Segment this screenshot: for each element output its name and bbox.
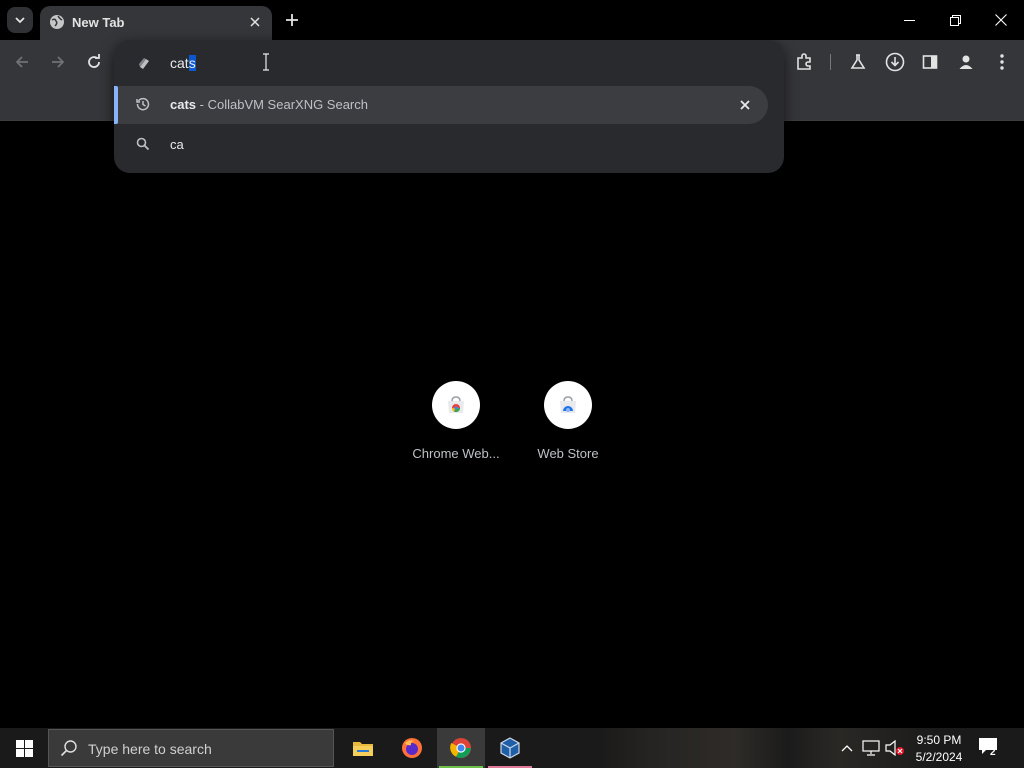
toolbar-separator bbox=[830, 54, 831, 70]
back-button[interactable] bbox=[10, 50, 34, 74]
show-hidden-icons-button[interactable] bbox=[837, 738, 857, 758]
tab-search-icon bbox=[14, 14, 26, 26]
file-explorer-icon bbox=[352, 739, 374, 757]
minimize-icon bbox=[903, 15, 915, 26]
side-panel-button[interactable] bbox=[918, 50, 942, 74]
forward-button[interactable] bbox=[46, 50, 70, 74]
suggestion-source: CollabVM SearXNG Search bbox=[207, 97, 368, 112]
volume-tray-button[interactable] bbox=[885, 738, 905, 758]
reload-icon bbox=[86, 54, 102, 70]
network-icon bbox=[862, 740, 880, 756]
omnibox-typed-text: cat bbox=[170, 55, 189, 71]
side-panel-icon bbox=[922, 54, 938, 70]
reload-button[interactable] bbox=[82, 50, 106, 74]
omnibox-input[interactable]: cats bbox=[170, 55, 196, 71]
page-info-icon bbox=[136, 55, 152, 71]
shortcut-web-store[interactable]: Web Store bbox=[512, 381, 624, 461]
shortcut-favicon bbox=[544, 381, 592, 429]
taskbar-search-placeholder: Type here to search bbox=[88, 741, 212, 757]
clock-date: 5/2/2024 bbox=[915, 750, 963, 764]
selection-indicator bbox=[114, 86, 118, 124]
profile-icon bbox=[958, 54, 974, 70]
menu-button[interactable] bbox=[990, 50, 1014, 74]
profile-button[interactable] bbox=[954, 50, 978, 74]
notification-count: 2 bbox=[990, 747, 996, 758]
firefox-icon bbox=[401, 737, 423, 759]
shortcut-label: Chrome Web... bbox=[412, 446, 500, 461]
tab-new-tab[interactable]: New Tab bbox=[40, 6, 272, 40]
chevron-up-icon bbox=[841, 744, 853, 752]
extensions-button[interactable] bbox=[792, 50, 816, 74]
search-icon bbox=[136, 137, 150, 151]
suggestion-history[interactable]: cats - CollabVM SearXNG Search bbox=[114, 86, 768, 124]
close-icon[interactable] bbox=[246, 13, 264, 31]
restore-button[interactable] bbox=[932, 0, 978, 40]
forward-icon bbox=[50, 54, 66, 70]
taskbar-firefox[interactable] bbox=[388, 728, 436, 768]
text-cursor-icon bbox=[262, 53, 270, 71]
close-icon bbox=[995, 14, 1007, 26]
history-icon bbox=[136, 97, 150, 111]
suggestion-query: ca bbox=[170, 137, 184, 152]
minimize-button[interactable] bbox=[886, 0, 932, 40]
download-icon bbox=[885, 52, 905, 72]
globe-icon bbox=[49, 14, 65, 30]
restore-icon bbox=[949, 14, 961, 26]
suggestion-query: cats bbox=[170, 97, 197, 112]
tab-search-button[interactable] bbox=[7, 7, 33, 33]
close-icon bbox=[740, 100, 750, 110]
suggestion-search[interactable]: ca bbox=[114, 126, 768, 164]
suggestion-text: cats - CollabVM SearXNG Search bbox=[170, 97, 368, 112]
labs-icon bbox=[850, 54, 866, 70]
title-bar: New Tab bbox=[0, 0, 1024, 40]
taskbar-chrome[interactable] bbox=[437, 728, 485, 768]
omnibox-dropdown: cats cats - CollabVM SearXNG Search ca bbox=[114, 40, 784, 173]
extensions-icon bbox=[795, 53, 813, 71]
system-clock[interactable]: 9:50 PM 5/2/2024 bbox=[908, 732, 970, 766]
shortcut-chrome-web-store[interactable]: Chrome Web... bbox=[400, 381, 512, 461]
labs-button[interactable] bbox=[846, 50, 870, 74]
new-tab-button[interactable] bbox=[280, 8, 304, 32]
tab-title: New Tab bbox=[72, 15, 125, 30]
taskbar-search-box[interactable]: Type here to search bbox=[48, 729, 334, 767]
shortcut-favicon bbox=[432, 381, 480, 429]
close-window-button[interactable] bbox=[978, 0, 1024, 40]
shortcut-label: Web Store bbox=[537, 446, 599, 461]
omnibox-inline-autocomplete: s bbox=[188, 55, 196, 71]
menu-icon bbox=[1000, 54, 1004, 70]
remove-suggestion-button[interactable] bbox=[736, 96, 754, 114]
search-icon bbox=[60, 739, 78, 757]
back-icon bbox=[14, 54, 30, 70]
taskbar-file-explorer[interactable] bbox=[339, 728, 387, 768]
network-tray-button[interactable] bbox=[861, 738, 881, 758]
virtualbox-icon bbox=[499, 737, 521, 759]
suggestion-separator: - bbox=[196, 97, 208, 112]
start-button[interactable] bbox=[0, 728, 48, 768]
chrome-icon bbox=[450, 737, 472, 759]
clock-time: 9:50 PM bbox=[916, 733, 962, 747]
volume-muted-icon bbox=[885, 740, 905, 756]
windows-icon bbox=[15, 739, 33, 757]
plus-icon bbox=[285, 13, 299, 27]
taskbar-virtualbox[interactable] bbox=[486, 728, 534, 768]
download-button[interactable] bbox=[883, 50, 907, 74]
